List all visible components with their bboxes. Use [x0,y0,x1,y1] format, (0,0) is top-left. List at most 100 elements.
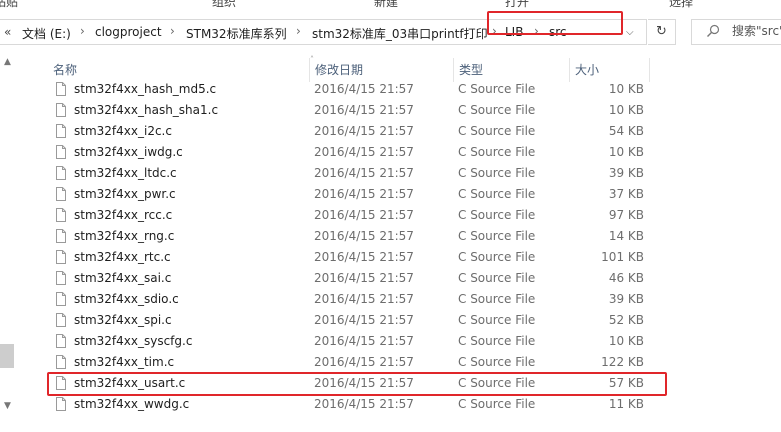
table-row[interactable]: stm32f4xx_i2c.c 2016/4/15 21:57 C Source F… [48,121,688,142]
file-icon [56,208,66,222]
file-icon [56,103,66,117]
file-icon [56,82,66,96]
refresh-button[interactable]: ↻ [648,19,676,45]
breadcrumb-stm32-series[interactable]: STM32标准库系列 [186,25,287,42]
ribbon-label-paste[interactable]: 粘贴 [0,0,18,10]
file-explorer-window: 粘贴 组织 新建 打开 选择 « 文档 (E:) › clogproject ›… [0,0,781,432]
file-icon [56,271,66,285]
breadcrumb-separator[interactable]: › [80,24,85,38]
file-modified-date: 2016/4/15 21:57 [314,355,414,369]
file-name: stm32f4xx_rtc.c [74,250,171,264]
file-name: stm32f4xx_ltdc.c [74,166,177,180]
file-type: C Source File [458,271,536,285]
file-icon [56,292,66,306]
file-size: 10 KB [608,145,644,159]
address-overflow-button[interactable]: « [4,25,11,39]
usart-file-highlight-box [47,372,667,396]
file-size: 52 KB [608,313,644,327]
file-type: C Source File [458,355,536,369]
file-size: 122 KB [601,355,644,369]
file-name: stm32f4xx_i2c.c [74,124,172,138]
file-name: stm32f4xx_sai.c [74,271,172,285]
file-size: 14 KB [608,229,644,243]
table-row[interactable]: stm32f4xx_spi.c 2016/4/15 21:57 C Source F… [48,310,688,331]
ribbon-label-new[interactable]: 新建 [374,0,398,10]
file-modified-date: 2016/4/15 21:57 [314,208,414,222]
file-size: 101 KB [601,250,644,264]
table-row[interactable]: stm32f4xx_syscfg.c 2016/4/15 21:57 C Sourc… [48,331,688,352]
file-modified-date: 2016/4/15 21:57 [314,271,414,285]
file-type: C Source File [458,250,536,264]
table-row[interactable]: stm32f4xx_tim.c 2016/4/15 21:57 C Source F… [48,352,688,373]
file-size: 11 KB [608,397,644,411]
file-name: stm32f4xx_rng.c [74,229,175,243]
ribbon-strip: 粘贴 组织 新建 打开 选择 [0,0,781,12]
ribbon-label-select[interactable]: 选择 [669,0,693,10]
file-size: 10 KB [608,82,644,96]
file-icon [56,355,66,369]
table-row[interactable]: stm32f4xx_rng.c 2016/4/15 21:57 C Source F… [48,226,688,247]
file-size: 39 KB [608,292,644,306]
table-row[interactable]: stm32f4xx_rcc.c 2016/4/15 21:57 C Source F… [48,205,688,226]
search-box[interactable] [691,19,781,45]
ribbon-label-open[interactable]: 打开 [505,0,529,10]
table-row[interactable]: stm32f4xx_sai.c 2016/4/15 21:57 C Source F… [48,268,688,289]
breadcrumb-stm32-printf[interactable]: stm32标准库_03串口printf打印 [312,25,488,42]
file-name: stm32f4xx_pwr.c [74,187,176,201]
table-row[interactable]: stm32f4xx_rtc.c 2016/4/15 21:57 C Source F… [48,247,688,268]
file-icon [56,124,66,138]
file-name: stm32f4xx_wwdg.c [74,397,190,411]
table-row[interactable]: stm32f4xx_pwr.c 2016/4/15 21:57 C Source F… [48,184,688,205]
file-type: C Source File [458,187,536,201]
file-modified-date: 2016/4/15 21:57 [314,229,414,243]
table-row[interactable]: stm32f4xx_iwdg.c 2016/4/15 21:57 C Source … [48,142,688,163]
file-modified-date: 2016/4/15 21:57 [314,124,414,138]
file-icon [56,397,66,411]
file-type: C Source File [458,124,536,138]
table-row[interactable]: stm32f4xx_ltdc.c 2016/4/15 21:57 C Source … [48,163,688,184]
file-icon [56,313,66,327]
table-row[interactable]: stm32f4xx_wwdg.c 2016/4/15 21:57 C Source … [48,394,688,415]
file-modified-date: 2016/4/15 21:57 [314,313,414,327]
refresh-icon: ↻ [656,24,667,39]
file-icon [56,334,66,348]
file-modified-date: 2016/4/15 21:57 [314,250,414,264]
file-type: C Source File [458,397,536,411]
file-icon [56,187,66,201]
nav-scrollbar-thumb[interactable] [0,344,14,368]
file-type: C Source File [458,82,536,96]
address-row: « 文档 (E:) › clogproject › STM32标准库系列 › s… [0,12,781,52]
table-row[interactable]: stm32f4xx_hash_sha1.c 2016/4/15 21:57 C So… [48,100,688,121]
file-modified-date: 2016/4/15 21:57 [314,82,414,96]
address-history-dropdown-icon[interactable]: ⌵ [626,27,634,38]
nav-scroll-up-icon[interactable]: ▲ [4,57,11,67]
file-type: C Source File [458,145,536,159]
file-type: C Source File [458,334,536,348]
file-modified-date: 2016/4/15 21:57 [314,103,414,117]
table-row[interactable]: stm32f4xx_sdio.c 2016/4/15 21:57 C Source … [48,289,688,310]
file-type: C Source File [458,166,536,180]
file-name: stm32f4xx_hash_md5.c [74,82,217,96]
file-size: 46 KB [608,271,644,285]
breadcrumb-separator[interactable]: › [170,24,175,38]
breadcrumb-clogproject[interactable]: clogproject [95,25,162,39]
nav-scroll-down-icon[interactable]: ▼ [4,401,11,411]
table-row[interactable]: stm32f4xx_hash_md5.c 2016/4/15 21:57 C Sou… [48,79,688,100]
lib-src-highlight-box [487,11,623,35]
file-size: 10 KB [608,334,644,348]
file-icon [56,145,66,159]
ribbon-label-organize[interactable]: 组织 [212,0,236,10]
breadcrumb-drive-e[interactable]: 文档 (E:) [22,25,71,42]
file-size: 97 KB [608,208,644,222]
file-modified-date: 2016/4/15 21:57 [314,145,414,159]
file-modified-date: 2016/4/15 21:57 [314,397,414,411]
file-type: C Source File [458,313,536,327]
search-input[interactable] [732,24,781,38]
navigation-pane: ▲ ▼ [0,52,18,432]
file-icon [56,250,66,264]
file-modified-date: 2016/4/15 21:57 [314,292,414,306]
file-name: stm32f4xx_syscfg.c [74,334,193,348]
file-type: C Source File [458,292,536,306]
file-icon [56,166,66,180]
breadcrumb-separator[interactable]: › [296,24,301,38]
